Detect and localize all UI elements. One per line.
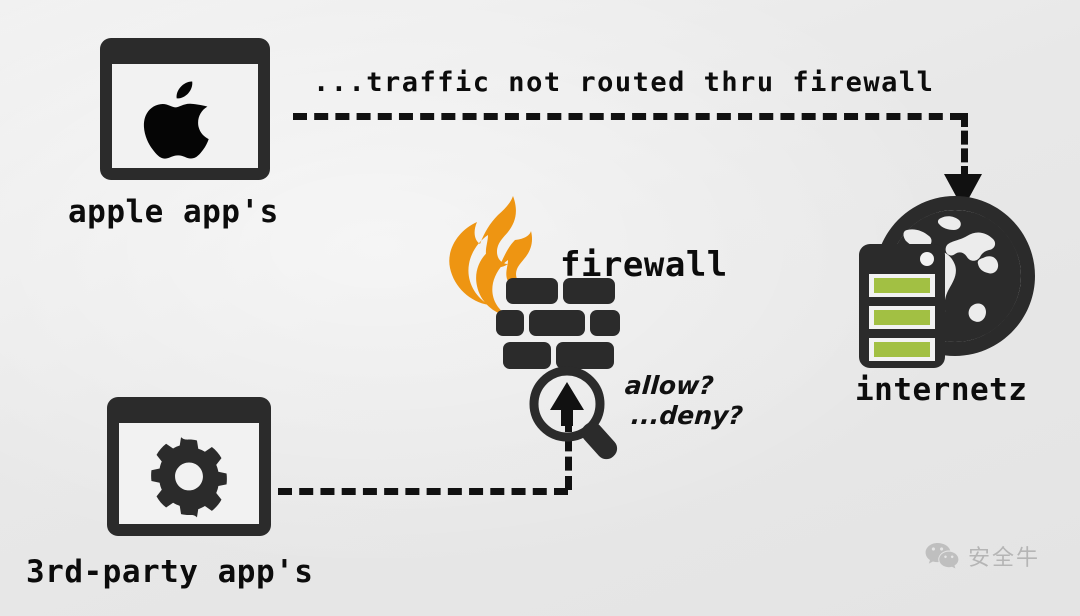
apple-app-window-screen: [112, 64, 258, 168]
bypass-connector-label: ...traffic not routed thru firewall: [313, 67, 935, 98]
gear-icon: [151, 436, 227, 517]
inspected-connector-horizontal: [278, 488, 568, 495]
third-party-app-label: 3rd-party app's: [26, 554, 314, 590]
watermark-text: 安全牛: [968, 546, 1041, 571]
third-party-app-window-screen: [119, 423, 259, 524]
apple-logo-icon: [143, 81, 209, 159]
firewall-deny-label: ...deny?: [629, 401, 744, 430]
server-rack-icon: [859, 244, 945, 368]
bypass-connector-horizontal: [293, 113, 964, 120]
watermark: 安全牛: [925, 540, 1040, 572]
apple-app-window-icon: [100, 38, 270, 180]
third-party-app-window-icon: [107, 397, 271, 536]
diagram-canvas: apple app's 3rd-party app's firewall all…: [0, 0, 1080, 616]
magnifier-arrow-icon: [529, 366, 618, 460]
globe-server-icon: [859, 196, 1035, 368]
apple-app-label: apple app's: [68, 194, 279, 230]
firewall-label: firewall: [560, 245, 728, 285]
wechat-icon: [925, 543, 959, 569]
brick-wall-icon: [496, 278, 620, 369]
internetz-label: internetz: [855, 372, 1028, 408]
firewall-allow-label: allow?: [623, 371, 715, 400]
